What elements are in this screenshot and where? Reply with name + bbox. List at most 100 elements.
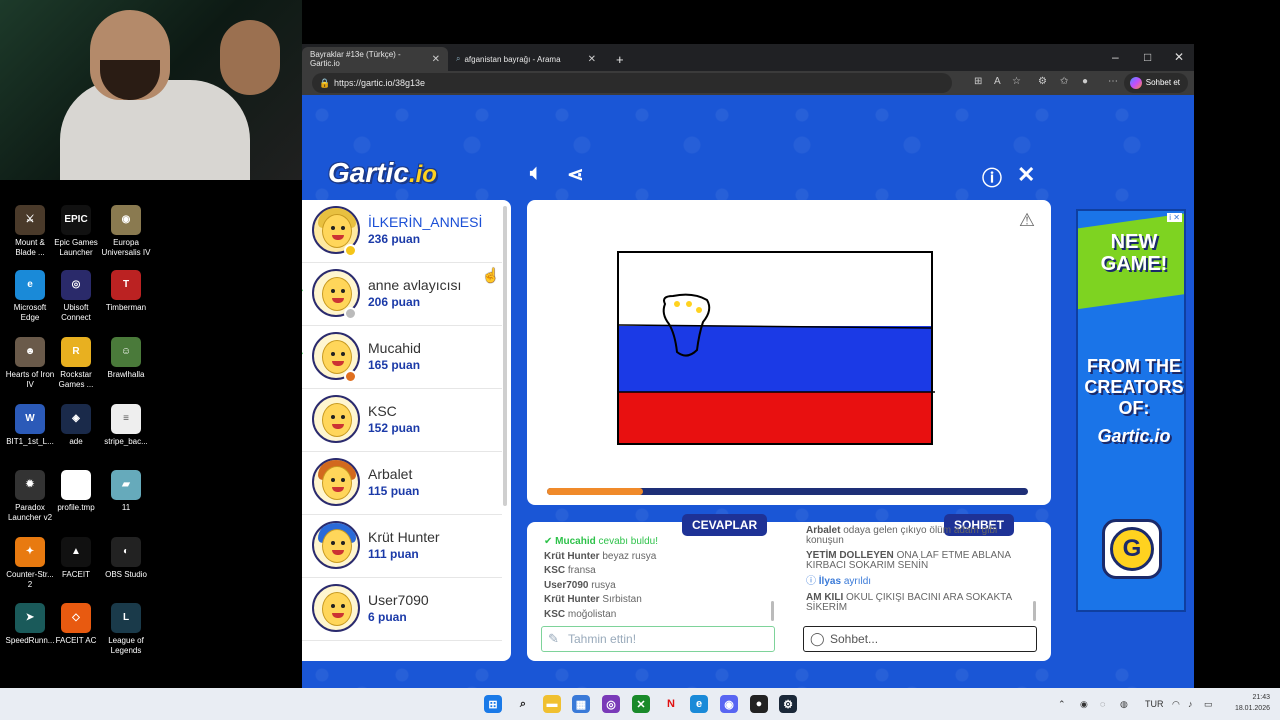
battery-icon[interactable]: ▭	[1204, 699, 1213, 710]
close-icon[interactable]: ✕	[1017, 162, 1035, 188]
desktop-icon[interactable]: ☺ Brawlhalla	[100, 337, 152, 380]
url-field[interactable]: 🔒 https://gartic.io/38g13e	[312, 73, 952, 93]
logo-main: Gartic	[328, 157, 409, 188]
chat-input[interactable]: ◯ Sohbet...	[803, 626, 1037, 652]
speaker-icon[interactable]: 🔈︎	[530, 162, 542, 185]
favorites-icon[interactable]: ✩	[1060, 76, 1068, 87]
copilot-button[interactable]: Sohbet et	[1123, 73, 1188, 93]
chat-scrollbar[interactable]	[1033, 601, 1036, 621]
answer-placeholder: Tahmin ettin!	[568, 632, 637, 646]
desktop-icon[interactable]: ➤ SpeedRunn...	[4, 603, 56, 646]
webcam-person-second	[220, 20, 280, 95]
xbox-icon[interactable]: ✕	[632, 695, 650, 713]
desktop-icon-label: SpeedRunn...	[5, 636, 55, 645]
desktop-icon[interactable]: ≡ stripe_bac...	[100, 404, 152, 447]
new-tab-button[interactable]: +	[608, 47, 630, 71]
read-aloud-icon[interactable]: A	[994, 76, 1001, 87]
discord-icon[interactable]: ◉	[720, 695, 738, 713]
desktop-icon[interactable]: ◇ FACEIT AC	[50, 603, 102, 646]
player-row[interactable]: ✔ Mucahid 165 puan	[302, 326, 502, 389]
tray-app-icon[interactable]: ◍	[1120, 699, 1128, 710]
desktop-icon[interactable]: e Microsoft Edge	[4, 270, 56, 323]
info-icon[interactable]: ⓘ	[982, 162, 1002, 191]
flag-red-stripe	[618, 392, 932, 444]
player-row[interactable]: Arbalet 115 puan	[302, 452, 502, 515]
player-score: 236 puan	[368, 232, 421, 246]
search-icon: ⌕	[456, 54, 461, 63]
player-row[interactable]: Krüt Hunter 111 puan	[302, 515, 502, 578]
desktop-icon[interactable]: ▰ 11	[100, 470, 152, 513]
clock[interactable]: 21:43 18.01.2026	[1235, 692, 1270, 714]
tab-search[interactable]: ⌕ afganistan bayrağı - Arama ✕	[448, 47, 604, 71]
desktop-icon[interactable]: ☻ Hearts of Iron IV	[4, 337, 56, 390]
browser-window: Bayraklar #13e (Türkçe) - Gartic.io ✕ ⌕ …	[302, 44, 1194, 688]
avatar-eye	[331, 289, 335, 293]
ad-choices-icon[interactable]: i ✕	[1167, 213, 1182, 222]
app-icon: ◈	[61, 404, 91, 434]
file-explorer-icon[interactable]: ▬	[543, 695, 561, 713]
desktop-icon[interactable]: L League of Legends	[100, 603, 152, 656]
answers-tab[interactable]: CEVAPLAR	[682, 514, 768, 536]
desktop-icon[interactable]: ⚔ Mount & Blade ...	[4, 205, 56, 258]
app-icon[interactable]: ◎	[602, 695, 620, 713]
answer-item: KSC moğolistan	[544, 609, 616, 620]
start-button[interactable]: ⊞	[484, 695, 502, 713]
answer-item: Krüt Hunter Sırbistan	[544, 594, 642, 605]
chevron-up-icon[interactable]: ⌃	[1058, 699, 1066, 710]
player-row[interactable]: KSC 152 puan	[302, 389, 502, 452]
desktop-icon[interactable]: ✹ Paradox Launcher v2	[4, 470, 56, 523]
profile-icon[interactable]: ●	[1082, 76, 1088, 87]
desktop-icon-label: Brawlhalla	[107, 370, 145, 379]
taskbar: ⊞ ⌕ ▬ ▦ ◎ ✕ N e ◉ ● ⚙ ⌃ ◉ ◌ ◍ TUR ◠ ♪ ▭ …	[0, 688, 1280, 720]
edge-icon[interactable]: e	[690, 695, 708, 713]
player-row[interactable]: User7090 6 puan	[302, 578, 502, 641]
clock-date: 18.01.2026	[1234, 705, 1270, 712]
extension-icon[interactable]: ⚙	[1038, 76, 1047, 87]
desktop-icon[interactable]: ◎ Ubisoft Connect	[50, 270, 102, 323]
desktop-screen: ⚔ Mount & Blade ... EPIC Epic Games Launche…	[0, 0, 1280, 720]
desktop-icon[interactable]: ✦ Counter-Str... 2	[4, 537, 56, 590]
more-icon[interactable]: ⋯	[1108, 76, 1118, 87]
language-indicator[interactable]: TUR	[1145, 699, 1164, 709]
ad-play-button[interactable]: G	[1102, 519, 1162, 579]
maximize-button[interactable]: □	[1144, 50, 1151, 64]
app-icon[interactable]: ●	[750, 695, 768, 713]
desktop-icon[interactable]: EPIC Epic Games Launcher	[50, 205, 102, 258]
answer-input[interactable]: ✎ Tahmin ettin!	[541, 626, 775, 652]
player-row[interactable]: ✔ anne avlayıcısı 206 puan	[302, 263, 502, 326]
desktop-icon[interactable]: ◈ ade	[50, 404, 102, 447]
ad-banner[interactable]: i ✕ NEW GAME! FROM THE CREATORS OF: Gart…	[1076, 209, 1186, 612]
tab-gartic[interactable]: Bayraklar #13e (Türkçe) - Gartic.io ✕	[302, 47, 448, 71]
apps-icon[interactable]: ⊞	[974, 76, 982, 87]
answers-scrollbar[interactable]	[771, 601, 774, 621]
favorite-star-icon[interactable]: ☆	[1012, 76, 1021, 87]
desktop-icon[interactable]: T Timberman	[100, 270, 152, 313]
answer-text: fransa	[567, 565, 596, 576]
player-row[interactable]: ✎ İLKERİN_ANNESİ 236 puan	[302, 200, 502, 263]
netflix-icon[interactable]: N	[662, 695, 680, 713]
close-icon[interactable]: ✕	[588, 54, 596, 65]
wifi-icon[interactable]: ◠	[1172, 699, 1180, 710]
avatar-eye	[331, 415, 335, 419]
desktop-icon[interactable]: profile.tmp	[50, 470, 102, 513]
tray-app-icon[interactable]: ◌	[1100, 699, 1105, 709]
desktop-icon[interactable]: ▲ FACEIT	[50, 537, 102, 580]
window-close-button[interactable]: ✕	[1174, 50, 1184, 64]
answer-text: moğolistan	[567, 608, 617, 620]
store-icon[interactable]: ▦	[572, 695, 590, 713]
desktop-icon[interactable]: ◐ OBS Studio	[100, 537, 152, 580]
search-icon[interactable]: ⌕	[514, 695, 532, 713]
tray-app-icon[interactable]: ◉	[1080, 699, 1088, 710]
desktop-icon[interactable]: ◉ Europa Universalis IV	[100, 205, 152, 258]
desktop-icon[interactable]: W BIT1_1st_L...	[4, 404, 56, 447]
app-icon: R	[61, 337, 91, 367]
volume-icon[interactable]: ♪	[1188, 699, 1193, 709]
minimize-button[interactable]: –	[1112, 50, 1119, 64]
drawing-canvas[interactable]: ⚠	[527, 200, 1051, 505]
share-icon[interactable]: ⋖	[567, 162, 584, 187]
steam-icon[interactable]: ⚙	[779, 695, 797, 713]
player-list-scrollbar[interactable]	[503, 206, 507, 506]
desktop-icon[interactable]: R Rockstar Games ...	[50, 337, 102, 390]
close-icon[interactable]: ✕	[432, 54, 440, 65]
desktop-icon-label: 11	[121, 503, 131, 512]
